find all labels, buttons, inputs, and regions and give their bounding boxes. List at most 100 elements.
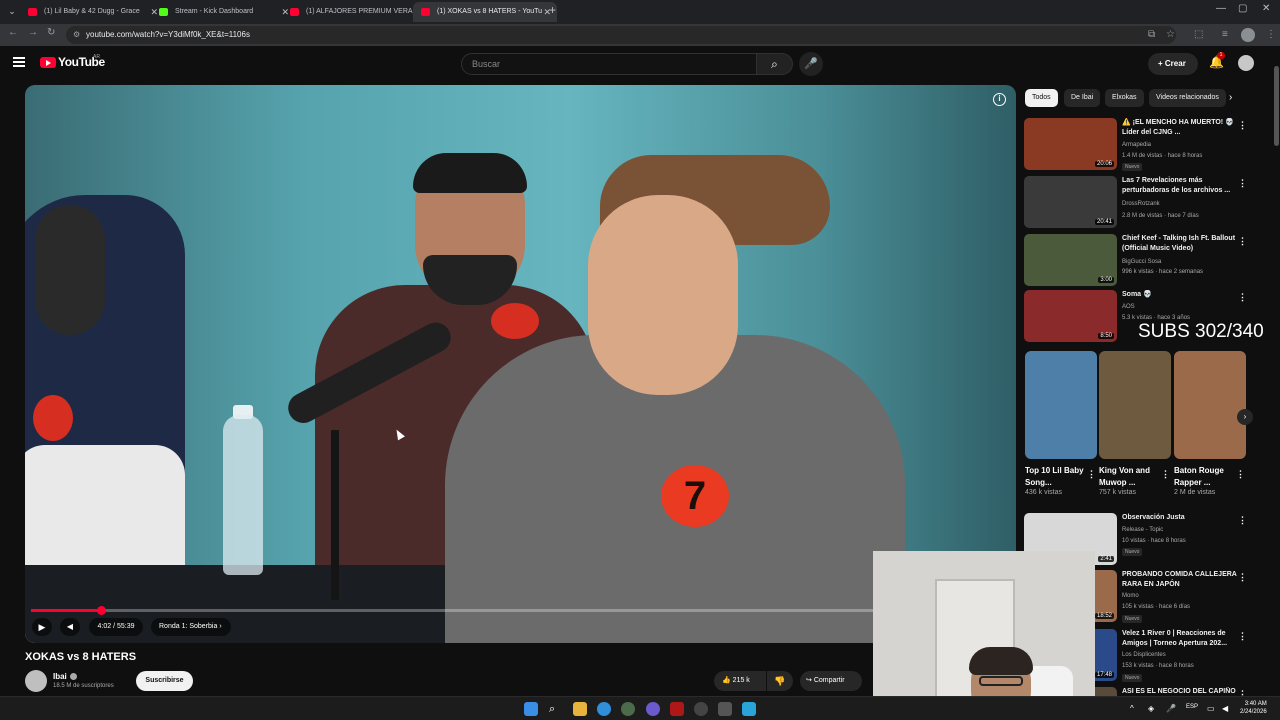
discord-icon[interactable]: [646, 702, 660, 716]
recommendation-item[interactable]: 20:06 ⚠️ ¡EL MENCHO HA MUERTO! 💀 Líder d…: [1024, 118, 1256, 172]
video-player[interactable]: 7 i ▶ ◀ 4:02 / 55:39 Ronda 1: Soberbia ›: [25, 85, 1016, 643]
recommendation-channel[interactable]: AOS: [1122, 304, 1135, 310]
browser-tab-active[interactable]: (1) XOKAS vs 8 HATERS - YouTu ✕: [413, 2, 557, 22]
like-button[interactable]: 👍 215 k: [714, 671, 766, 691]
share-button[interactable]: ↪ Compartir: [800, 671, 862, 691]
back-icon[interactable]: ←: [8, 27, 18, 38]
browser-tab[interactable]: Stream - Kick Dashboard ✕: [151, 2, 295, 22]
window-close-icon[interactable]: ✕: [1262, 3, 1270, 14]
recommendation-title[interactable]: ASI ES EL NEGOCIO DEL CAPIÑO: [1122, 687, 1240, 696]
short-item[interactable]: Baton Rouge Rapper ... 2 M de vistas ⋮: [1174, 351, 1246, 496]
video-thumbnail[interactable]: 8:50: [1024, 290, 1117, 342]
recommendation-item[interactable]: 3:00 Chief Keef - Talking Ish Ft. Ballou…: [1024, 234, 1256, 288]
more-options-icon[interactable]: ⋮: [1238, 689, 1247, 696]
info-icon[interactable]: i: [993, 93, 1006, 106]
more-options-icon[interactable]: ⋮: [1161, 469, 1170, 480]
chevron-right-icon[interactable]: ›: [1237, 409, 1253, 425]
chrome-profile-icon[interactable]: [621, 702, 635, 716]
more-options-icon[interactable]: ⋮: [1238, 631, 1247, 642]
clock[interactable]: 3:40 AM 2/24/2026: [1240, 700, 1267, 716]
search-icon[interactable]: ⌕: [549, 702, 563, 716]
volume-icon[interactable]: ◀: [1222, 704, 1228, 713]
progress-bar[interactable]: [31, 606, 1001, 615]
tab-search-icon[interactable]: ⌄: [4, 3, 20, 19]
recommendation-channel[interactable]: Release - Topic: [1122, 527, 1163, 533]
subscribe-button[interactable]: Suscribirse: [136, 671, 193, 691]
play-button[interactable]: ▶: [32, 618, 52, 636]
video-thumbnail[interactable]: 20:06: [1024, 118, 1117, 170]
youtube-logo-icon[interactable]: [40, 57, 56, 68]
recommendation-channel[interactable]: DrossRotzank: [1122, 201, 1160, 207]
short-item[interactable]: Top 10 Lil Baby Song... 436 k vistas ⋮: [1025, 351, 1097, 496]
start-menu-icon[interactable]: [524, 702, 538, 716]
file-explorer-icon[interactable]: [573, 702, 587, 716]
keyboard-language[interactable]: ESP: [1186, 704, 1198, 710]
tray-overflow-icon[interactable]: ^: [1130, 704, 1134, 713]
short-thumbnail[interactable]: [1025, 351, 1097, 459]
browser-tab[interactable]: (1) Lil Baby & 42 Dugg - Grace ✕: [20, 2, 164, 22]
browser-tab[interactable]: (1) ALFAJORES PREMIUM VERA ✕: [282, 2, 426, 22]
network-status-icon[interactable]: ◈: [1148, 704, 1154, 713]
site-info-icon[interactable]: ⚙: [73, 30, 80, 39]
voice-search-button[interactable]: 🎤: [799, 52, 823, 76]
more-options-icon[interactable]: ⋮: [1238, 120, 1247, 131]
forward-icon[interactable]: →: [28, 27, 38, 38]
app-icon[interactable]: [670, 702, 684, 716]
recommendation-item[interactable]: 20:41 Las 7 Revelaciones más perturbador…: [1024, 176, 1256, 230]
more-options-icon[interactable]: ⋮: [1238, 515, 1247, 526]
chip-related-videos[interactable]: Videos relacionados: [1149, 89, 1226, 107]
chapter-button[interactable]: Ronda 1: Soberbia ›: [151, 618, 231, 636]
video-thumbnail[interactable]: 20:41: [1024, 176, 1117, 228]
account-avatar[interactable]: [1238, 55, 1254, 71]
more-options-icon[interactable]: ⋮: [1238, 572, 1247, 583]
browser-menu-icon[interactable]: ⋮: [1266, 29, 1276, 40]
microphone-icon[interactable]: 🎤: [1166, 704, 1176, 713]
app-icon[interactable]: [718, 702, 732, 716]
recommendation-title[interactable]: Observación Justa: [1122, 513, 1240, 523]
new-tab-icon[interactable]: +: [549, 3, 556, 17]
browser-profile-avatar[interactable]: [1241, 28, 1255, 42]
short-thumbnail[interactable]: [1099, 351, 1171, 459]
recommendation-title[interactable]: Chief Keef - Talking Ish Ft. Ballout (Of…: [1122, 234, 1240, 254]
search-box[interactable]: [461, 53, 757, 75]
channel-name[interactable]: Ibai: [53, 672, 67, 681]
extensions-icon[interactable]: ⬚: [1194, 29, 1203, 40]
channel-avatar[interactable]: [25, 670, 47, 692]
page-scrollbar[interactable]: [1273, 46, 1280, 696]
media-controls-icon[interactable]: ≡: [1222, 29, 1228, 40]
recommendation-title[interactable]: Velez 1 River 0 | Reacciones de Amigos |…: [1122, 629, 1240, 649]
dislike-button[interactable]: 👎: [767, 671, 793, 691]
recommendation-title[interactable]: PROBANDO COMIDA CALLEJERA RARA EN JAPÓN: [1122, 570, 1240, 590]
more-options-icon[interactable]: ⋮: [1236, 469, 1245, 480]
search-button[interactable]: ⌕: [757, 53, 793, 75]
recommendation-title[interactable]: Las 7 Revelaciones más perturbadoras de …: [1122, 176, 1240, 196]
create-button[interactable]: + Crear: [1148, 53, 1198, 75]
chevron-right-icon[interactable]: ›: [1229, 92, 1232, 103]
install-app-icon[interactable]: ⧉: [1148, 29, 1155, 40]
maximize-icon[interactable]: ▢: [1238, 3, 1247, 14]
chip-all[interactable]: Todos: [1025, 89, 1058, 107]
obs-icon[interactable]: [694, 702, 708, 716]
chrome-icon[interactable]: [597, 702, 611, 716]
video-thumbnail[interactable]: 3:00: [1024, 234, 1117, 286]
recommendation-channel[interactable]: Armapedia: [1122, 142, 1151, 148]
mute-button[interactable]: ◀: [60, 618, 80, 636]
recommendation-channel[interactable]: Los Displicentes: [1122, 652, 1166, 658]
reload-icon[interactable]: ↻: [47, 27, 55, 38]
search-input[interactable]: [462, 54, 756, 74]
chip-de-ibai[interactable]: De Ibai: [1064, 89, 1101, 107]
recommendation-channel[interactable]: Momo: [1122, 593, 1139, 599]
more-options-icon[interactable]: ⋮: [1238, 292, 1247, 303]
address-bar[interactable]: ⚙ youtube.com/watch?v=Y3diMf0k_XE&t=1106…: [66, 26, 1176, 44]
recommendation-title[interactable]: Soma 💀: [1122, 290, 1240, 300]
short-item[interactable]: King Von and Muwop ... 757 k vistas ⋮: [1099, 351, 1171, 496]
menu-icon[interactable]: [13, 57, 25, 67]
recommendation-channel[interactable]: BigGucci Sosa: [1122, 259, 1161, 265]
chip-elxokas[interactable]: Elxokas: [1105, 89, 1144, 107]
more-options-icon[interactable]: ⋮: [1238, 178, 1247, 189]
more-options-icon[interactable]: ⋮: [1087, 469, 1096, 480]
monitor-icon[interactable]: ▭: [1207, 704, 1215, 713]
bookmark-star-icon[interactable]: ☆: [1166, 29, 1175, 40]
scrollbar-thumb[interactable]: [1274, 66, 1279, 146]
minimize-icon[interactable]: —: [1216, 3, 1226, 14]
